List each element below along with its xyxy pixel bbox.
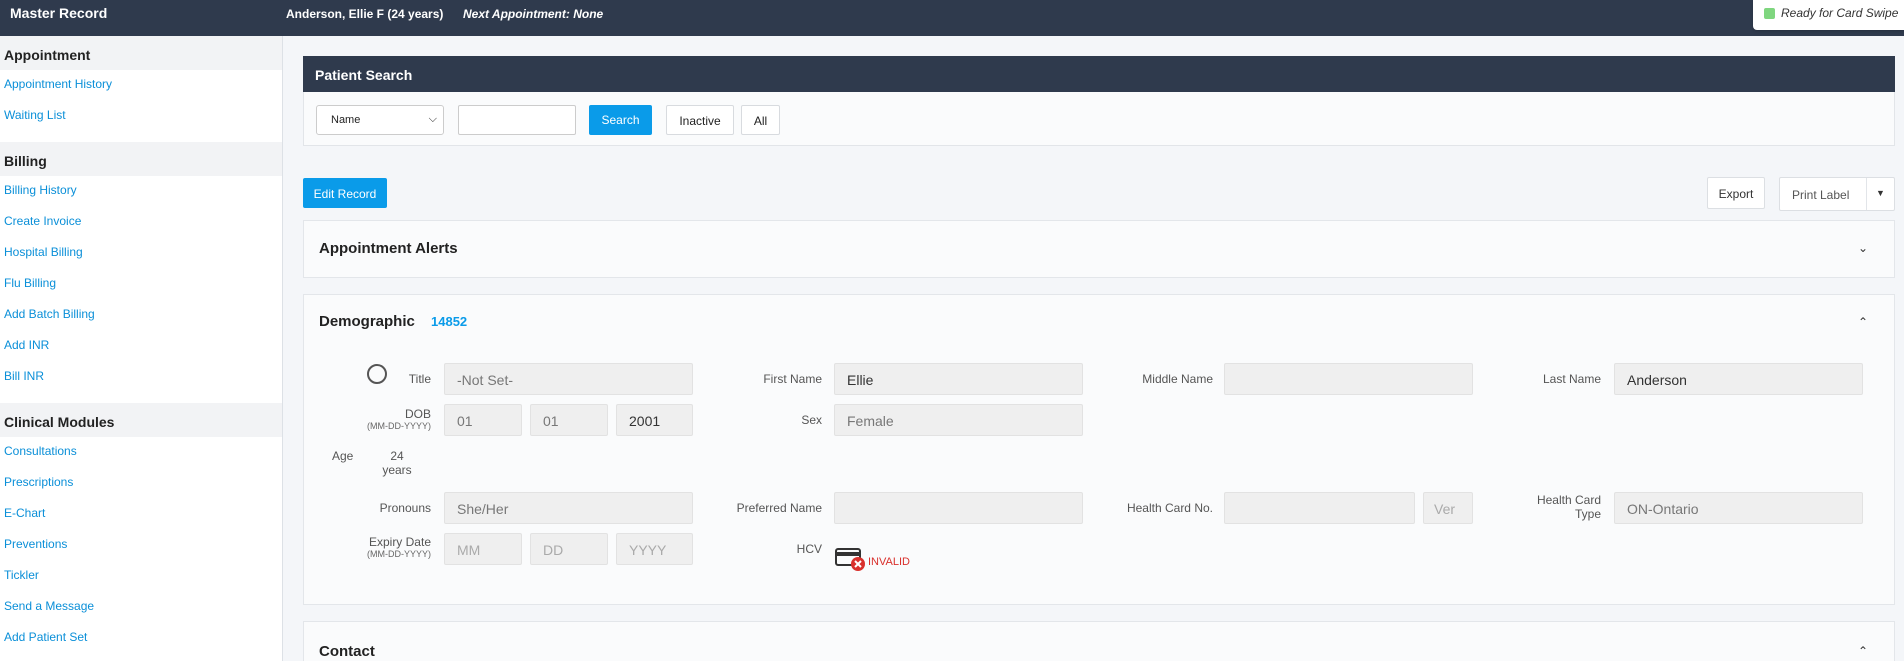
health-card-type-select[interactable]: ON-Ontario (1614, 492, 1863, 524)
preferred-name-field[interactable] (834, 492, 1083, 524)
sidebar-item-hospital-billing[interactable]: Hospital Billing (0, 238, 282, 269)
hcv-label: HCV (796, 542, 822, 556)
sidebar-item-add-inr[interactable]: Add INR (0, 331, 282, 362)
health-card-type-label-line1: Health Card (1536, 493, 1601, 507)
sex-select[interactable]: Female (834, 404, 1083, 436)
last-name-label: Last Name (1542, 372, 1601, 386)
sidebar-item-prescriptions[interactable]: Prescriptions (0, 468, 282, 499)
contact-panel[interactable]: Contact ⌃ (303, 621, 1895, 661)
card-invalid-icon (835, 548, 865, 571)
first-name-label: First Name (763, 372, 822, 386)
next-appointment: Next Appointment: None (463, 7, 604, 21)
age-label: Age (332, 449, 354, 463)
sidebar-item-add-patient-set[interactable]: Add Patient Set (0, 623, 282, 654)
chevron-down-icon: ⌵ (428, 113, 437, 125)
health-card-no-field[interactable] (1224, 492, 1415, 524)
print-label-text: Print Label (1792, 188, 1850, 202)
app-title: Master Record (10, 5, 108, 21)
pronouns-select[interactable]: She/Her (444, 492, 693, 524)
contact-title: Contact (319, 643, 375, 660)
export-button[interactable]: Export (1707, 177, 1765, 209)
chevron-up-icon[interactable]: ⌃ (1858, 644, 1868, 658)
sidebar-item-tickler[interactable]: Tickler (0, 561, 282, 592)
appointment-alerts-panel[interactable]: Appointment Alerts ⌄ (303, 220, 1895, 278)
all-button[interactable]: All (741, 105, 780, 135)
dob-label: DOB (MM-DD-YYYY) (324, 407, 431, 431)
title-label: Title (408, 372, 431, 386)
sidebar-item-billing-history[interactable]: Billing History (0, 176, 282, 207)
middle-name-label: Middle Name (1142, 372, 1213, 386)
first-name-field[interactable]: Ellie (834, 363, 1083, 395)
age-number: 24 (390, 449, 404, 463)
last-name-field[interactable]: Anderson (1614, 363, 1863, 395)
sidebar: Appointment Appointment History Waiting … (0, 36, 283, 661)
search-input[interactable] (458, 105, 576, 135)
health-card-type-label: Health Card Type (1504, 493, 1601, 521)
card-swipe-text: Ready for Card Swipe (1781, 6, 1899, 20)
search-button[interactable]: Search (589, 105, 652, 135)
top-bar: Master Record Anderson, Ellie F (24 year… (0, 0, 1904, 36)
edit-record-button[interactable]: Edit Record (303, 178, 387, 208)
sidebar-item-e-chart[interactable]: E-Chart (0, 499, 282, 530)
expiry-month-field[interactable]: MM (444, 533, 522, 565)
dob-day-field[interactable]: 01 (530, 404, 608, 436)
sidebar-item-consultations[interactable]: Consultations (0, 437, 282, 468)
demographic-title: Demographic (319, 313, 415, 330)
health-card-no-label: Health Card No. (1126, 501, 1213, 515)
sidebar-heading-clinical-modules: Clinical Modules (0, 403, 282, 437)
expiry-day-field[interactable]: DD (530, 533, 608, 565)
dob-month-field[interactable]: 01 (444, 404, 522, 436)
pronouns-label: Pronouns (379, 501, 431, 515)
patient-name: Anderson, Ellie F (24 years) (286, 7, 444, 21)
inactive-button[interactable]: Inactive (666, 105, 734, 135)
sidebar-item-appointment-history[interactable]: Appointment History (0, 70, 282, 101)
health-card-version-field[interactable]: Ver (1423, 492, 1473, 524)
demographic-id: 14852 (431, 314, 468, 329)
title-select[interactable]: -Not Set- (444, 363, 693, 395)
dob-label-text: DOB (404, 407, 431, 421)
patient-search-title: Patient Search (303, 56, 1895, 92)
expiry-date-label: Expiry Date (MM-DD-YYYY) (324, 535, 431, 559)
sidebar-item-waiting-list[interactable]: Waiting List (0, 101, 282, 132)
sex-label: Sex (801, 413, 822, 427)
sidebar-heading-billing: Billing (0, 142, 282, 176)
search-type-select[interactable]: Name ⌵ (316, 105, 444, 135)
sidebar-item-send-message[interactable]: Send a Message (0, 592, 282, 623)
sidebar-item-bill-inr[interactable]: Bill INR (0, 362, 282, 393)
dob-format-hint: (MM-DD-YYYY) (367, 421, 431, 431)
preferred-name-label: Preferred Name (736, 501, 822, 515)
sidebar-item-add-batch-billing[interactable]: Add Batch Billing (0, 300, 282, 331)
sidebar-heading-appointment: Appointment (0, 36, 282, 70)
status-dot-icon (1764, 8, 1775, 19)
caret-down-icon[interactable]: ▼ (1876, 188, 1885, 198)
print-label-button[interactable]: Print Label ▼ (1779, 177, 1895, 211)
sidebar-item-flu-billing[interactable]: Flu Billing (0, 269, 282, 300)
expiry-format-hint: (MM-DD-YYYY) (367, 549, 431, 559)
middle-name-field[interactable] (1224, 363, 1473, 395)
chevron-down-icon[interactable]: ⌄ (1858, 241, 1868, 255)
health-card-type-label-line2: Type (1574, 507, 1601, 521)
demographic-panel: Demographic 14852 ⌃ Title -Not Set- Firs… (303, 294, 1895, 605)
card-swipe-status: Ready for Card Swipe (1753, 0, 1904, 30)
search-type-value: Name (331, 114, 361, 126)
sidebar-item-create-invoice[interactable]: Create Invoice (0, 207, 282, 238)
age-value: 24 years (376, 449, 418, 477)
expiry-date-label-text: Expiry Date (368, 535, 431, 549)
dob-year-field[interactable]: 2001 (616, 404, 693, 436)
chevron-up-icon[interactable]: ⌃ (1858, 315, 1868, 329)
expiry-year-field[interactable]: YYYY (616, 533, 693, 565)
appointment-alerts-title: Appointment Alerts (319, 240, 458, 257)
sidebar-item-preventions[interactable]: Preventions (0, 530, 282, 561)
age-unit: years (382, 463, 412, 477)
hcv-status: INVALID (868, 556, 910, 568)
patient-search-bar: Name ⌵ Search Inactive All (303, 92, 1895, 146)
